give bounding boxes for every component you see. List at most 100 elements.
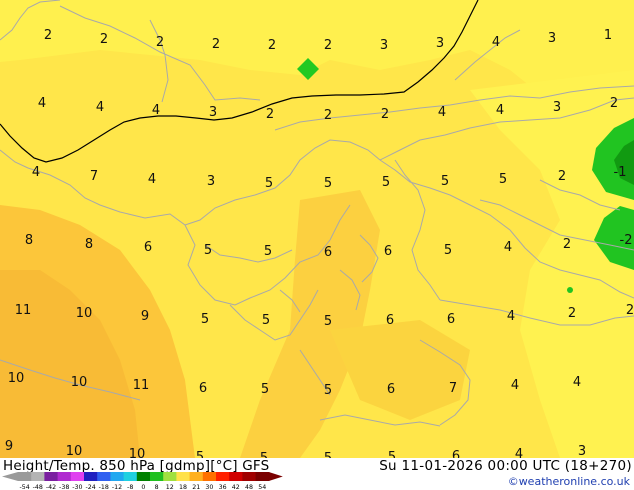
temperature-label: 10 bbox=[8, 371, 25, 386]
legend-tick-label: -12 bbox=[112, 484, 122, 490]
temperature-label: 2 bbox=[568, 306, 576, 321]
legend-swatch bbox=[97, 472, 111, 481]
temperature-label: 5 bbox=[261, 382, 269, 397]
legend-tick-label: 8 bbox=[155, 484, 159, 490]
legend-ticks: -54 -48 -42 -38 -30 -24 -18 -12 -8 0 8 12 18 21 30 36 42… bbox=[19, 484, 266, 490]
temperature-label: 1 bbox=[604, 28, 612, 43]
temperature-label: 4 bbox=[96, 100, 104, 115]
temperature-label: 11 bbox=[133, 378, 150, 393]
weather-map: 2 2 2 2 2 2 3 3 4 3 1 4 4 4 3 2 2 2 4 4 3 2 4 7 4 3 5 5 5 5 5 2 -1 8 8 6 5 5 6… bbox=[0, 0, 634, 458]
temperature-label: 3 bbox=[380, 38, 388, 53]
legend-swatch bbox=[57, 472, 72, 481]
temperature-label: 5 bbox=[265, 176, 273, 191]
temperature-label: 4 bbox=[152, 103, 160, 118]
temperature-label: 4 bbox=[511, 378, 519, 393]
legend-tick-label: 30 bbox=[205, 484, 213, 490]
legend-swatch bbox=[136, 472, 151, 481]
temperature-label: 5 bbox=[382, 175, 390, 190]
temperature-label: 5 bbox=[499, 172, 507, 187]
temperature-label: 4 bbox=[496, 103, 504, 118]
temperature-label: 2 bbox=[626, 303, 634, 318]
temperature-label: 2 bbox=[266, 107, 274, 122]
weather-map-screen: 2 2 2 2 2 2 3 3 4 3 1 4 4 4 3 2 2 2 4 4 3 2 4 7 4 3 5 5 5 5 5 2 -1 8 8 6 5 5 6… bbox=[0, 0, 634, 490]
temperature-label: 5 bbox=[260, 451, 268, 458]
temperature-label: 2 bbox=[324, 38, 332, 53]
legend-swatch bbox=[150, 472, 164, 481]
temperature-label: 5 bbox=[196, 450, 204, 458]
legend-swatch bbox=[255, 472, 270, 481]
legend-swatch bbox=[44, 472, 59, 481]
legend-swatch bbox=[163, 472, 177, 481]
temperature-label: 10 bbox=[66, 444, 83, 458]
legend-tick-label: 54 bbox=[258, 484, 266, 490]
temperature-label: 7 bbox=[90, 169, 98, 184]
legend-swatch bbox=[176, 472, 191, 481]
temperature-label: 2 bbox=[100, 32, 108, 47]
temperature-label: 5 bbox=[324, 176, 332, 191]
temperature-label: -1 bbox=[614, 165, 627, 180]
legend-tick-label: 21 bbox=[192, 484, 200, 490]
legend-tick-label: 0 bbox=[141, 484, 145, 490]
temperature-label: 5 bbox=[264, 244, 272, 259]
site-credit[interactable]: ©weatheronline.co.uk bbox=[508, 475, 630, 488]
temperature-label: 5 bbox=[444, 243, 452, 258]
legend-arrow-right bbox=[268, 472, 283, 481]
temperature-label: 6 bbox=[447, 312, 455, 327]
temperature-label: 5 bbox=[441, 174, 449, 189]
map-footer: Height/Temp. 850 hPa [gdmp][°C] GFS Su 1… bbox=[0, 458, 634, 490]
legend-tick-label: -30 bbox=[72, 484, 82, 490]
legend-arrow-left bbox=[2, 472, 18, 481]
legend-swatch bbox=[242, 472, 257, 481]
legend-tick-label: 36 bbox=[219, 484, 227, 490]
legend-tick-label: 42 bbox=[232, 484, 240, 490]
temperature-label: 4 bbox=[504, 240, 512, 255]
temperature-label: 10 bbox=[129, 447, 146, 458]
temperature-label: 6 bbox=[199, 381, 207, 396]
temperature-label: 3 bbox=[207, 174, 215, 189]
temperature-label: 4 bbox=[492, 35, 500, 50]
temperature-label: 2 bbox=[610, 96, 618, 111]
legend-tick-label: -54 bbox=[19, 484, 29, 490]
legend-swatch bbox=[110, 472, 125, 481]
temperature-label: 5 bbox=[324, 383, 332, 398]
legend-swatch bbox=[70, 472, 85, 481]
temperature-label: 2 bbox=[212, 37, 220, 52]
temperature-label: 5 bbox=[262, 313, 270, 328]
legend-swatch bbox=[84, 472, 98, 481]
legend-swatch bbox=[123, 472, 138, 481]
temperature-label: 4 bbox=[507, 309, 515, 324]
temperature-label: 9 bbox=[141, 309, 149, 324]
temperature-label: 3 bbox=[553, 100, 561, 115]
temperature-label: 4 bbox=[148, 172, 156, 187]
legend-tick-label: -38 bbox=[59, 484, 69, 490]
temperature-label: 2 bbox=[558, 169, 566, 184]
legend-swatch bbox=[216, 472, 230, 481]
legend-swatch bbox=[229, 472, 243, 481]
temperature-label: 5 bbox=[388, 450, 396, 458]
legend-tick-label: 12 bbox=[166, 484, 174, 490]
temperature-label: 7 bbox=[449, 381, 457, 396]
temperature-label: 4 bbox=[32, 165, 40, 180]
temperature-label: 2 bbox=[381, 107, 389, 122]
temperature-label: 10 bbox=[76, 306, 93, 321]
legend-tick-label: -18 bbox=[99, 484, 109, 490]
temperature-label: 5 bbox=[201, 312, 209, 327]
temperature-label: 8 bbox=[25, 233, 33, 248]
forecast-datetime: Su 11-01-2026 00:00 UTC (18+270) bbox=[379, 458, 632, 474]
legend-swatch bbox=[18, 472, 32, 481]
cold-dot-east bbox=[567, 287, 573, 293]
temperature-label: 4 bbox=[515, 447, 523, 458]
temperature-label: 3 bbox=[436, 36, 444, 51]
temperature-label: 2 bbox=[324, 108, 332, 123]
color-legend: -54 -48 -42 -38 -30 -24 -18 -12 -8 0 8 12 18 21 30 36 42… bbox=[2, 472, 283, 490]
temperature-label: 4 bbox=[38, 96, 46, 111]
legend-tick-label: 18 bbox=[179, 484, 187, 490]
temperature-label: -2 bbox=[620, 233, 633, 248]
temperature-label: 6 bbox=[144, 240, 152, 255]
temperature-label: 3 bbox=[209, 105, 217, 120]
temperature-label: 3 bbox=[548, 31, 556, 46]
temperature-label: 11 bbox=[15, 303, 32, 318]
legend-swatch bbox=[189, 472, 204, 481]
temperature-label: 5 bbox=[324, 451, 332, 458]
temperature-label: 6 bbox=[452, 449, 460, 458]
